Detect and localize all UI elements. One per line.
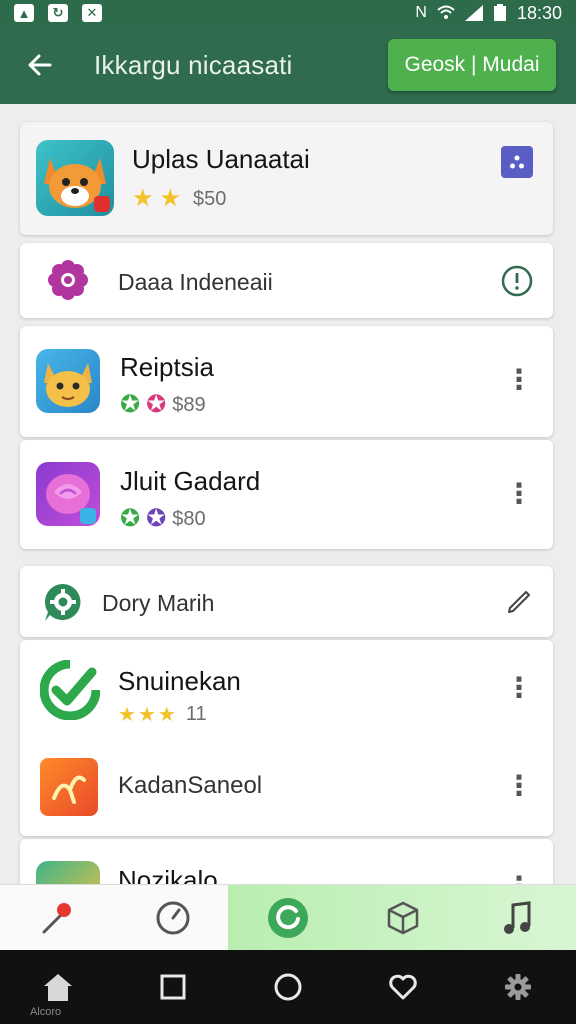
more-options-button[interactable]: ⋮	[505, 766, 533, 806]
circle-icon	[274, 973, 302, 1001]
tab-tools[interactable]	[0, 885, 115, 950]
clock-icon	[156, 901, 190, 934]
settings-chat-icon	[44, 583, 81, 621]
pink-star-icon: ✪	[146, 391, 167, 418]
green-star-icon: ✪	[120, 505, 141, 532]
more-options-button[interactable]: ⋮	[505, 668, 533, 708]
system-navigation-bar	[0, 950, 576, 1024]
tab-home[interactable]	[230, 885, 345, 950]
tab-history[interactable]	[115, 885, 230, 950]
star-icon: ★	[157, 703, 176, 726]
star-icon: ★	[137, 703, 156, 726]
mute-icon: N	[415, 4, 427, 21]
heart-icon	[389, 974, 417, 1000]
star-icon: ★	[132, 185, 154, 212]
featured-app-title: Uplas Uanaatai	[132, 144, 310, 174]
app-price: $80	[172, 507, 206, 530]
star-icon: ★	[159, 185, 182, 212]
app-title: Reiptsia	[120, 352, 214, 382]
status-time: 18:30	[516, 2, 562, 23]
gear-icon	[505, 974, 532, 1000]
home-circle-button[interactable]	[258, 957, 318, 1017]
house-icon	[43, 974, 72, 1001]
arrow-left-icon	[28, 54, 52, 76]
section-label: Daaa Indeneaii	[118, 269, 273, 295]
page-title: Ikkargu nicaasati	[94, 49, 293, 80]
signal-icon	[464, 5, 483, 21]
more-options-button[interactable]: ⋮	[505, 474, 533, 514]
box-icon	[387, 901, 419, 934]
settings-button[interactable]	[488, 957, 548, 1017]
app-list-item[interactable]: Reiptsia ✪ ✪ $89 ⋮	[20, 326, 553, 437]
bottom-tab-bar	[0, 884, 576, 951]
app-title: Jluit Gadard	[120, 466, 261, 496]
flower-icon	[48, 260, 88, 300]
section-header[interactable]: Daaa Indeneaii	[20, 243, 553, 318]
back-button[interactable]	[12, 37, 68, 93]
wifi-icon	[437, 5, 455, 19]
app-bar: Ikkargu nicaasati Geosk | Mudai	[0, 26, 576, 104]
featured-app-card[interactable]: Uplas Uanaatai ★ ★ $50	[20, 122, 553, 235]
check-app-icon	[40, 660, 100, 720]
refresh-circle-icon	[268, 897, 308, 938]
app-price: $89	[172, 393, 206, 416]
favorites-button[interactable]	[373, 957, 433, 1017]
home-caption: Alcoro	[30, 1006, 62, 1018]
star-icon: ★	[118, 703, 136, 726]
status-bar: ▲ ↻ ✕ N 18:30	[0, 0, 576, 26]
primary-action-button[interactable]: Geosk | Mudai	[388, 39, 556, 91]
recents-button[interactable]	[143, 957, 203, 1017]
app-list-item[interactable]: KadanSaneol ⋮	[20, 738, 553, 836]
purple-star-icon: ✪	[146, 505, 167, 532]
fox-app-icon	[36, 140, 114, 216]
app-title: Snuinekan	[118, 666, 241, 696]
info-icon[interactable]	[501, 265, 533, 297]
app-list-group: Snuinekan ★ ★ ★ 11 ⋮ KadanSaneol ⋮	[20, 640, 553, 836]
app-list-item[interactable]: Jluit Gadard ✪ ✪ $80 ⋮	[20, 440, 553, 549]
music-note-icon	[504, 900, 531, 934]
tab-music[interactable]	[461, 885, 576, 950]
featured-app-price: $50	[193, 187, 227, 210]
badge-icon[interactable]	[501, 146, 533, 178]
spark-app-icon	[40, 758, 98, 816]
edit-pen-icon[interactable]	[505, 588, 533, 616]
tools-icon: ✕	[82, 4, 102, 22]
app-title: KadanSaneol	[118, 772, 263, 799]
section-header[interactable]: Dory Marih	[20, 566, 553, 637]
green-star-icon: ✪	[120, 391, 141, 418]
pin-tool-icon	[42, 902, 71, 933]
rating-count: 11	[185, 703, 207, 725]
sync-icon: ↻	[48, 4, 68, 22]
rose-app-icon	[36, 462, 100, 526]
app-list-item[interactable]: Snuinekan ★ ★ ★ 11 ⋮	[20, 640, 553, 738]
battery-icon	[493, 4, 506, 21]
section-label: Dory Marih	[102, 590, 215, 616]
cat-app-icon	[36, 349, 100, 413]
square-icon	[160, 974, 186, 1000]
more-options-button[interactable]: ⋮	[505, 360, 533, 400]
notification-icon: ▲	[14, 4, 34, 22]
tab-package[interactable]	[346, 885, 461, 950]
